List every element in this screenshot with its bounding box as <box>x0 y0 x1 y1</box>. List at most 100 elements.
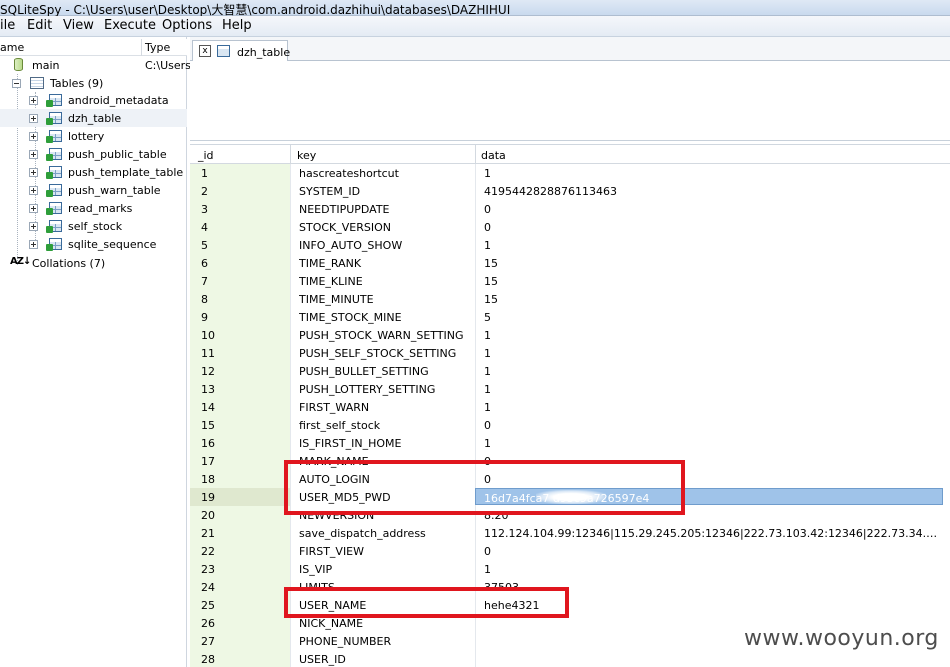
expand-icon[interactable] <box>29 222 38 231</box>
menu-edit[interactable]: Edit <box>24 18 55 33</box>
menu-view[interactable]: View <box>60 18 97 33</box>
cell-data[interactable]: 0 <box>484 419 939 432</box>
tree-item-main[interactable]: main C:\Users <box>0 56 191 74</box>
cell-key[interactable]: PUSH_SELF_STOCK_SETTING <box>299 347 479 360</box>
cell-id[interactable]: 15 <box>201 419 281 432</box>
cell-data[interactable]: 1 <box>484 401 939 414</box>
cell-id[interactable]: 20 <box>201 509 281 522</box>
cell-data[interactable]: 0 <box>484 545 939 558</box>
cell-key[interactable]: TIME_RANK <box>299 257 479 270</box>
cell-id[interactable]: 22 <box>201 545 281 558</box>
cell-id[interactable]: 23 <box>201 563 281 576</box>
cell-id[interactable]: 10 <box>201 329 281 342</box>
expand-icon[interactable] <box>29 240 38 249</box>
cell-data[interactable]: 1 <box>484 437 939 450</box>
cell-key[interactable]: FIRST_WARN <box>299 401 479 414</box>
collapse-icon[interactable] <box>12 79 21 88</box>
cell-data[interactable]: 1 <box>484 383 939 396</box>
cell-id[interactable]: 18 <box>201 473 281 486</box>
cell-id[interactable]: 11 <box>201 347 281 360</box>
table-row[interactable]: 8 TIME_MINUTE 15 <box>190 290 950 308</box>
table-row[interactable]: 9 TIME_STOCK_MINE 5 <box>190 308 950 326</box>
cell-id[interactable]: 21 <box>201 527 281 540</box>
table-row[interactable]: 4 STOCK_VERSION 0 <box>190 218 950 236</box>
sidebar-item-table[interactable]: read_marks <box>0 199 187 217</box>
cell-key[interactable]: USER_ID <box>299 653 479 666</box>
cell-id[interactable]: 2 <box>201 185 281 198</box>
cell-data[interactable]: 0 <box>484 203 939 216</box>
table-row[interactable]: 10 PUSH_STOCK_WARN_SETTING 1 <box>190 326 950 344</box>
cell-key[interactable]: SYSTEM_ID <box>299 185 479 198</box>
table-row[interactable]: 14 FIRST_WARN 1 <box>190 398 950 416</box>
sidebar-item-table[interactable]: sqlite_sequence <box>0 235 187 253</box>
header-data[interactable]: data <box>481 149 506 162</box>
cell-id[interactable]: 7 <box>201 275 281 288</box>
header-key[interactable]: key <box>297 149 316 162</box>
cell-id[interactable]: 16 <box>201 437 281 450</box>
menu-help[interactable]: Help <box>219 18 255 33</box>
tree-header-name[interactable]: lame <box>0 41 24 54</box>
cell-data[interactable]: 1 <box>484 167 939 180</box>
cell-key[interactable]: PUSH_STOCK_WARN_SETTING <box>299 329 479 342</box>
cell-id[interactable]: 3 <box>201 203 281 216</box>
table-row[interactable]: 5 INFO_AUTO_SHOW 1 <box>190 236 950 254</box>
sidebar-item-table[interactable]: dzh_table <box>0 109 187 127</box>
cell-key[interactable]: save_dispatch_address <box>299 527 479 540</box>
menu-options[interactable]: Options <box>159 18 215 33</box>
cell-data[interactable]: 1 <box>484 239 939 252</box>
header-divider[interactable] <box>290 145 291 164</box>
table-row[interactable]: 7 TIME_KLINE 15 <box>190 272 950 290</box>
cell-id[interactable]: 25 <box>201 599 281 612</box>
cell-key[interactable]: TIME_KLINE <box>299 275 479 288</box>
table-row[interactable]: 15 first_self_stock 0 <box>190 416 950 434</box>
table-row[interactable]: 6 TIME_RANK 15 <box>190 254 950 272</box>
cell-data[interactable]: 15 <box>484 275 939 288</box>
tree-header-type[interactable]: Type <box>145 41 170 54</box>
cell-id[interactable]: 14 <box>201 401 281 414</box>
cell-key[interactable]: NEEDTIPUPDATE <box>299 203 479 216</box>
tree-header-divider[interactable] <box>141 39 142 56</box>
cell-key[interactable]: PHONE_NUMBER <box>299 635 479 648</box>
table-row[interactable]: 3 NEEDTIPUPDATE 0 <box>190 200 950 218</box>
sql-editor[interactable] <box>190 61 950 141</box>
sidebar-item-table[interactable]: android_metadata <box>0 91 187 109</box>
cell-id[interactable]: 13 <box>201 383 281 396</box>
cell-id[interactable]: 27 <box>201 635 281 648</box>
sidebar-item-table[interactable]: self_stock <box>0 217 187 235</box>
table-row[interactable]: 21 save_dispatch_address 112.124.104.99:12… <box>190 524 950 542</box>
tab-dzh-table[interactable]: x dzh_table <box>192 40 290 61</box>
sidebar-item-table[interactable]: push_template_table <box>0 163 187 181</box>
cell-key[interactable]: TIME_MINUTE <box>299 293 479 306</box>
expand-icon[interactable] <box>29 150 38 159</box>
cell-key[interactable]: STOCK_VERSION <box>299 221 479 234</box>
cell-id[interactable]: 5 <box>201 239 281 252</box>
cell-data[interactable]: 1 <box>484 347 939 360</box>
cell-id[interactable]: 26 <box>201 617 281 630</box>
table-row[interactable]: 2 SYSTEM_ID 4195442828876113463 <box>190 182 950 200</box>
cell-id[interactable]: 1 <box>201 167 281 180</box>
table-row[interactable]: 23 IS_VIP 1 <box>190 560 950 578</box>
cell-data[interactable]: 15 <box>484 293 939 306</box>
cell-id[interactable]: 24 <box>201 581 281 594</box>
cell-key[interactable]: IS_VIP <box>299 563 479 576</box>
cell-key[interactable]: FIRST_VIEW <box>299 545 479 558</box>
table-row[interactable]: 1 hascreateshortcut 1 <box>190 164 950 182</box>
cell-data[interactable]: 4195442828876113463 <box>484 185 939 198</box>
expand-icon[interactable] <box>29 204 38 213</box>
cell-data[interactable]: 1 <box>484 329 939 342</box>
header-id[interactable]: _id <box>198 149 214 162</box>
cell-id[interactable]: 17 <box>201 455 281 468</box>
cell-key[interactable]: TIME_STOCK_MINE <box>299 311 479 324</box>
cell-data[interactable]: 5 <box>484 311 939 324</box>
cell-id[interactable]: 19 <box>201 491 281 504</box>
header-divider[interactable] <box>475 145 476 164</box>
expand-icon[interactable] <box>29 96 38 105</box>
cell-data[interactable]: 15 <box>484 257 939 270</box>
expand-icon[interactable] <box>29 132 38 141</box>
table-row[interactable]: 13 PUSH_LOTTERY_SETTING 1 <box>190 380 950 398</box>
menu-execute[interactable]: Execute <box>101 18 159 33</box>
table-row[interactable]: 22 FIRST_VIEW 0 <box>190 542 950 560</box>
cell-key[interactable]: hascreateshortcut <box>299 167 479 180</box>
cell-key[interactable]: INFO_AUTO_SHOW <box>299 239 479 252</box>
close-icon[interactable]: x <box>199 45 211 57</box>
